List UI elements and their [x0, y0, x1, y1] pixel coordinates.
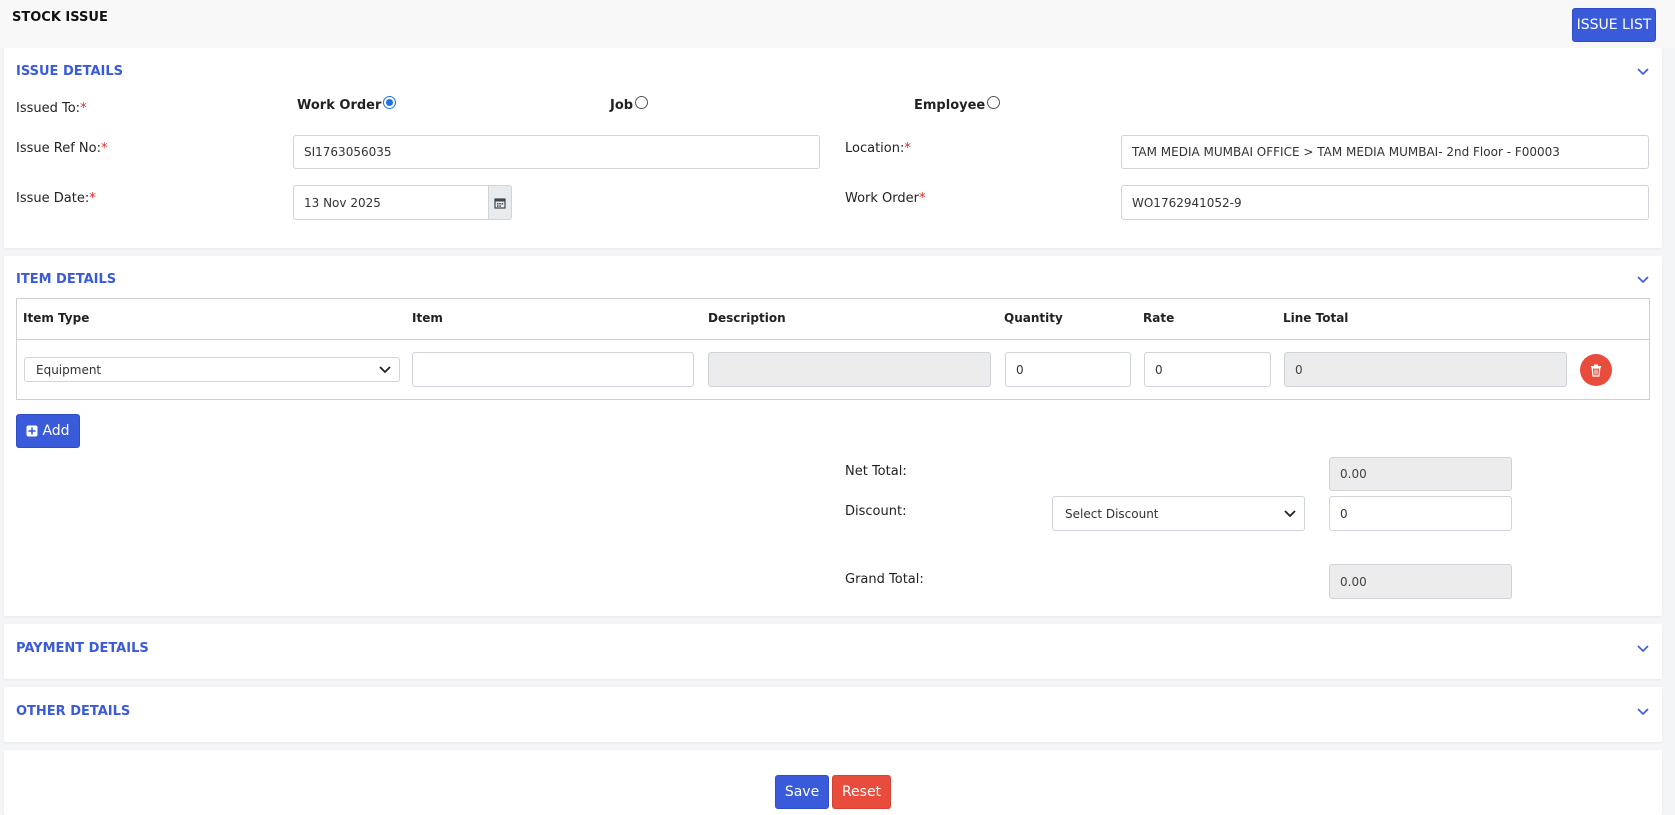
trash-icon — [1591, 364, 1601, 377]
other-details-title[interactable]: OTHER DETAILS — [16, 704, 130, 719]
column-header-line-total: Line Total — [1283, 311, 1349, 325]
radio-job[interactable]: Job — [610, 96, 649, 113]
issue-ref-label: Issue Ref No:* — [16, 141, 108, 156]
radio-job-label: Job — [610, 98, 634, 113]
rate-input[interactable]: 0 — [1144, 352, 1271, 387]
location-label: Location:* — [845, 141, 911, 156]
page-title: STOCK ISSUE — [12, 10, 108, 25]
discount-select-value: Select Discount — [1065, 506, 1159, 521]
column-header-rate: Rate — [1143, 311, 1175, 325]
issue-list-button[interactable]: ISSUE LIST — [1572, 8, 1656, 42]
add-item-label: Add — [42, 423, 70, 439]
payment-details-card — [4, 624, 1662, 679]
item-details-title[interactable]: ITEM DETAILS — [16, 272, 116, 287]
delete-row-button[interactable] — [1580, 354, 1612, 386]
add-item-button[interactable]: Add — [16, 414, 80, 448]
chevron-down-icon — [1284, 509, 1296, 517]
discount-label: Discount: — [845, 504, 907, 519]
description-input[interactable] — [708, 352, 991, 387]
quantity-input[interactable]: 0 — [1005, 352, 1131, 387]
issue-details-title[interactable]: ISSUE DETAILS — [16, 64, 123, 79]
net-total-label: Net Total: — [845, 464, 907, 479]
work-order-label: Work Order* — [845, 191, 926, 206]
issue-ref-input[interactable]: SI1763056035 — [293, 135, 820, 169]
work-order-input[interactable]: WO1762941052-9 — [1121, 185, 1649, 220]
table-header-divider — [16, 339, 1650, 340]
column-header-item-type: Item Type — [23, 311, 90, 325]
radio-work-order-label: Work Order — [297, 98, 382, 113]
item-type-select[interactable]: Equipment — [24, 357, 400, 382]
radio-job-control[interactable] — [635, 96, 649, 109]
issue-date-input[interactable]: 13 Nov 2025 — [293, 185, 489, 220]
radio-work-order[interactable]: Work Order — [297, 96, 397, 113]
other-details-card — [4, 687, 1662, 742]
grand-total-label: Grand Total: — [845, 572, 924, 587]
chevron-down-icon[interactable] — [1636, 642, 1650, 656]
column-header-item: Item — [412, 311, 443, 325]
location-input[interactable]: TAM MEDIA MUMBAI OFFICE > TAM MEDIA MUMB… — [1121, 135, 1649, 169]
reset-button[interactable]: Reset — [832, 775, 891, 809]
grand-total-input[interactable]: 0.00 — [1329, 564, 1512, 599]
issue-date-label: Issue Date:* — [16, 191, 96, 206]
chevron-down-icon[interactable] — [1636, 273, 1650, 287]
plus-square-icon — [26, 425, 38, 437]
radio-employee[interactable]: Employee — [914, 96, 1001, 113]
calendar-button[interactable] — [488, 185, 512, 220]
page-header — [0, 0, 1675, 48]
net-total-input[interactable]: 0.00 — [1329, 457, 1512, 491]
payment-details-title[interactable]: PAYMENT DETAILS — [16, 641, 149, 656]
chevron-down-icon — [379, 365, 391, 373]
item-type-select-value: Equipment — [36, 362, 102, 377]
column-header-quantity: Quantity — [1004, 311, 1063, 325]
calendar-icon — [494, 197, 506, 209]
chevron-down-icon[interactable] — [1636, 705, 1650, 719]
line-total-input[interactable]: 0 — [1284, 352, 1567, 387]
discount-select[interactable]: Select Discount — [1052, 496, 1305, 531]
radio-employee-label: Employee — [914, 98, 986, 113]
save-button[interactable]: Save — [775, 775, 829, 809]
item-input[interactable] — [412, 352, 694, 387]
radio-employee-control[interactable] — [987, 96, 1001, 109]
radio-work-order-control[interactable] — [383, 96, 397, 109]
column-header-description: Description — [708, 311, 786, 325]
discount-input[interactable]: 0 — [1329, 496, 1512, 531]
issued-to-label: Issued To:* — [16, 101, 87, 116]
chevron-down-icon[interactable] — [1636, 65, 1650, 79]
